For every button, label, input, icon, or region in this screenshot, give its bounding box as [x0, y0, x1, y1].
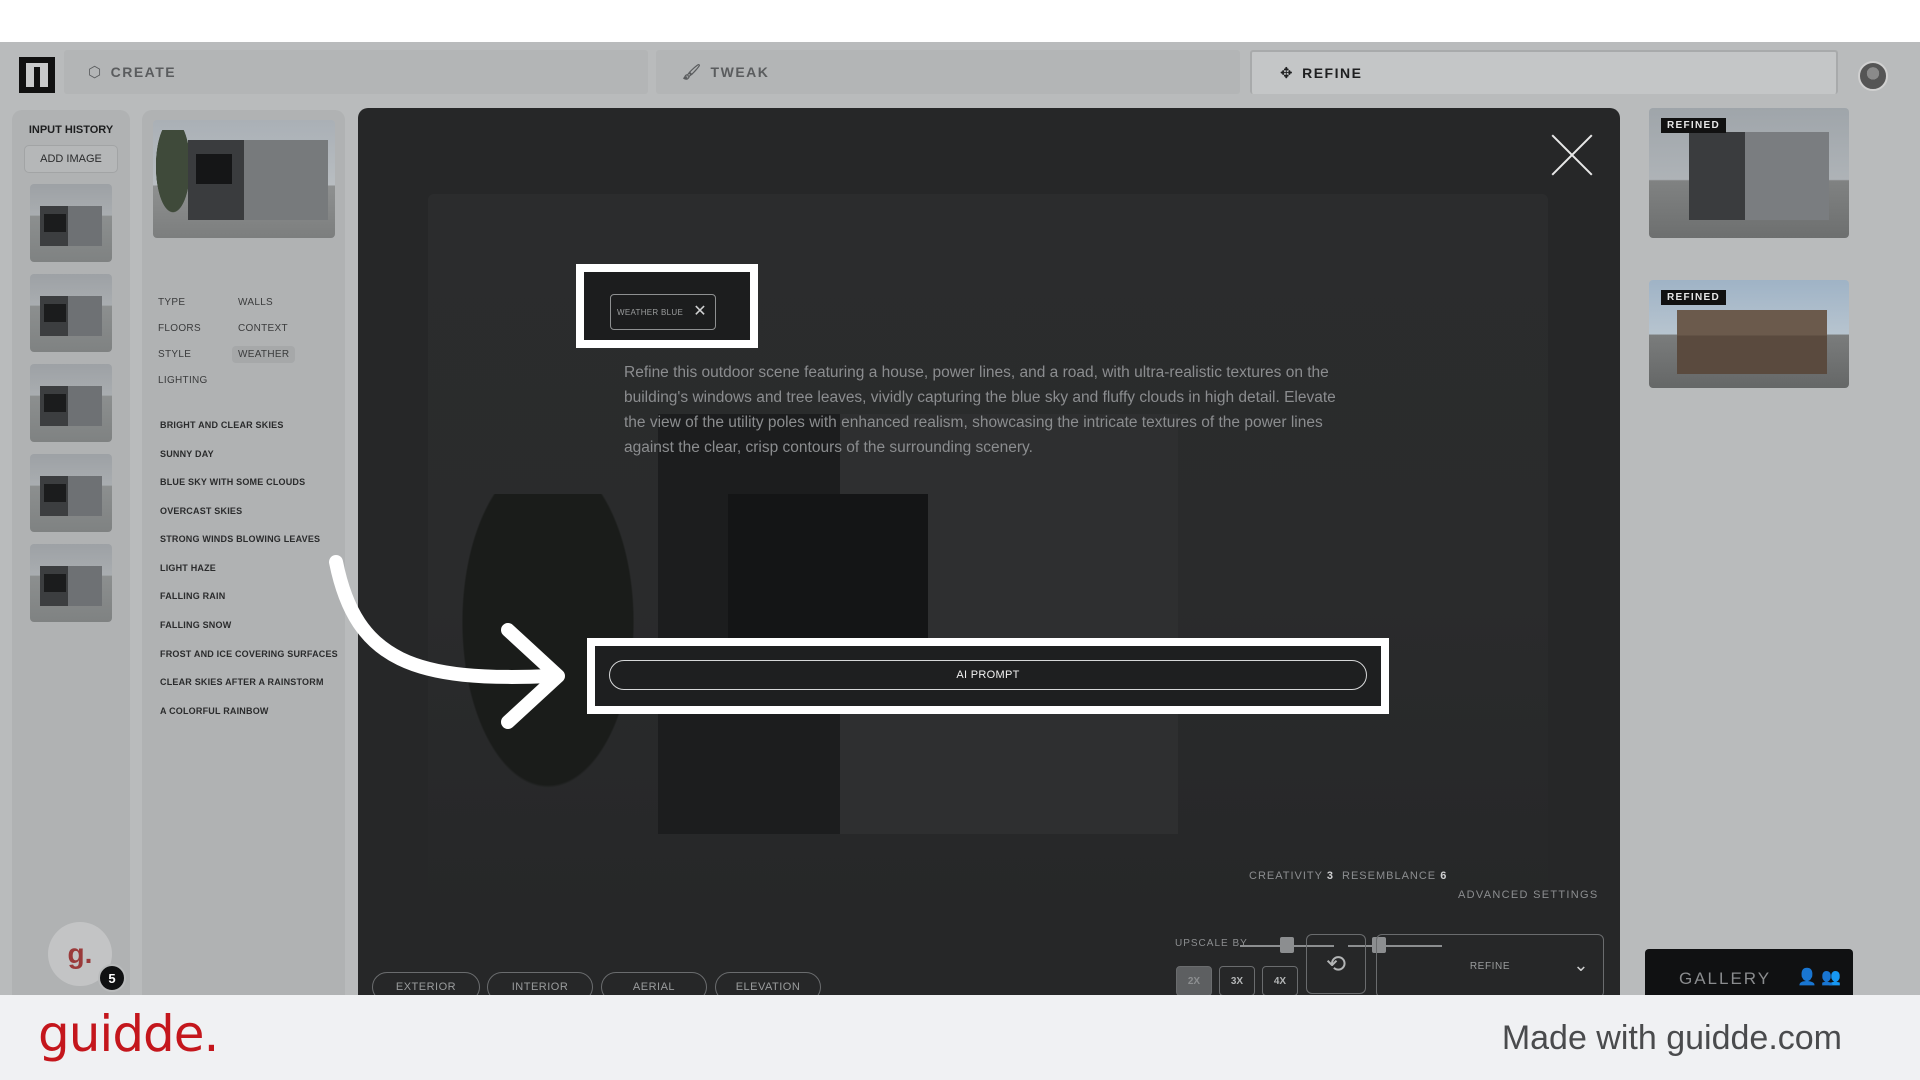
weather-tag[interactable]: WEATHER BLUE ✕: [610, 294, 716, 330]
category-style[interactable]: STYLE: [152, 346, 197, 363]
advanced-settings-link[interactable]: ADVANCED SETTINGS: [1458, 889, 1598, 901]
upscale-2x-button[interactable]: 2X: [1176, 966, 1212, 995]
weather-option[interactable]: FALLING SNOW: [160, 620, 231, 630]
input-history-title: INPUT HISTORY: [28, 124, 114, 136]
page: ⬡ CREATE 🖌 TWEAK ✥ REFINE INPUT HISTORY …: [0, 0, 1920, 1080]
refine-button-label: REFINE: [1469, 960, 1511, 972]
tag-highlight: WEATHER BLUE ✕: [576, 264, 758, 348]
creativity-label: CREATIVITY 3: [1249, 870, 1334, 882]
app-window: ⬡ CREATE 🖌 TWEAK ✥ REFINE INPUT HISTORY …: [0, 42, 1920, 995]
creativity-label-text: CREATIVITY: [1249, 870, 1323, 882]
view-pill-aerial[interactable]: AERIAL: [601, 972, 707, 995]
ai-prompt-highlight: AI PROMPT: [587, 638, 1389, 714]
category-weather[interactable]: WEATHER: [232, 346, 296, 363]
category-type[interactable]: TYPE: [152, 294, 191, 311]
tab-refine[interactable]: ✥ REFINE: [1250, 50, 1838, 94]
avatar[interactable]: [1858, 61, 1888, 91]
refined-badge: REFINED: [1661, 290, 1726, 305]
view-pill-exterior[interactable]: EXTERIOR: [372, 972, 480, 995]
cube-icon: ⬡: [88, 64, 103, 81]
view-pill-elevation[interactable]: ELEVATION: [715, 972, 821, 995]
sync-icon: ⟲: [1325, 950, 1347, 978]
weather-tag-label: WEATHER BLUE: [617, 307, 684, 317]
ai-prompt-button[interactable]: AI PROMPT: [609, 660, 1367, 690]
refine-button[interactable]: REFINE ⌄: [1376, 934, 1604, 995]
tab-tweak[interactable]: 🖌 TWEAK: [656, 50, 1240, 94]
resemblance-label: RESEMBLANCE 6: [1342, 870, 1447, 882]
regenerate-button[interactable]: ⟲: [1306, 934, 1366, 994]
guidde-badge-letter: g.: [67, 938, 93, 969]
weather-option[interactable]: STRONG WINDS BLOWING LEAVES: [160, 534, 320, 544]
weather-option[interactable]: BRIGHT AND CLEAR SKIES: [160, 420, 284, 430]
weather-option[interactable]: CLEAR SKIES AFTER A RAINSTORM: [160, 677, 324, 687]
gallery-button[interactable]: GALLERY 👤 👥: [1645, 949, 1853, 995]
tab-create-label: CREATE: [110, 64, 177, 80]
weather-option[interactable]: FALLING RAIN: [160, 591, 225, 601]
options-panel: TYPE WALLS FLOORS CONTEXT STYLE WEATHER …: [142, 110, 345, 995]
guidde-logo: guidde.: [38, 1005, 219, 1063]
crosshair-icon: ✥: [1280, 65, 1295, 82]
made-with-guidde: Made with guidde.com: [1501, 1019, 1842, 1057]
tab-tweak-label: TWEAK: [710, 64, 770, 80]
brush-icon: 🖌: [682, 64, 703, 81]
history-thumbnail[interactable]: [30, 274, 112, 352]
resemblance-value: 6: [1440, 870, 1448, 882]
category-context[interactable]: CONTEXT: [232, 320, 294, 337]
history-thumbnail[interactable]: [30, 364, 112, 442]
creativity-slider-handle[interactable]: [1280, 937, 1294, 953]
weather-option[interactable]: OVERCAST SKIES: [160, 506, 242, 516]
category-floors[interactable]: FLOORS: [152, 320, 207, 337]
source-image-preview: [153, 120, 335, 238]
upscale-3x-button[interactable]: 3X: [1219, 966, 1255, 995]
creativity-value: 3: [1326, 870, 1334, 882]
history-thumbnail[interactable]: [30, 454, 112, 532]
input-history-panel: INPUT HISTORY ADD IMAGE: [12, 110, 130, 995]
team-icon[interactable]: 👥: [1821, 967, 1843, 987]
app-logo[interactable]: [19, 57, 55, 93]
refined-badge: REFINED: [1661, 118, 1726, 133]
notification-count: 5: [98, 964, 126, 992]
refined-result-thumbnail[interactable]: REFINED: [1649, 280, 1849, 388]
weather-option[interactable]: SUNNY DAY: [160, 449, 214, 459]
prompt-text[interactable]: Refine this outdoor scene featuring a ho…: [624, 360, 1356, 460]
weather-option[interactable]: LIGHT HAZE: [160, 563, 216, 573]
refined-result-thumbnail[interactable]: REFINED: [1649, 108, 1849, 238]
weather-option[interactable]: BLUE SKY WITH SOME CLOUDS: [160, 477, 305, 487]
close-icon[interactable]: [1548, 132, 1594, 178]
history-thumbnail[interactable]: [30, 544, 112, 622]
tab-create[interactable]: ⬡ CREATE: [64, 50, 648, 94]
weather-option[interactable]: A COLORFUL RAINBOW: [160, 706, 269, 716]
chevron-down-icon[interactable]: ⌄: [1573, 955, 1589, 976]
upscale-label: UPSCALE BY: [1175, 938, 1248, 949]
gallery-label: GALLERY: [1679, 969, 1772, 988]
category-lighting[interactable]: LIGHTING: [152, 372, 214, 389]
guidde-footer: guidde. Made with guidde.com: [0, 995, 1920, 1080]
user-icon[interactable]: 👤: [1797, 967, 1819, 987]
remove-tag-icon[interactable]: ✕: [693, 304, 707, 320]
annotation-arrow-icon: [329, 555, 565, 729]
resemblance-label-text: RESEMBLANCE: [1342, 870, 1437, 882]
upscale-4x-button[interactable]: 4X: [1262, 966, 1298, 995]
category-walls[interactable]: WALLS: [232, 294, 279, 311]
view-pill-interior[interactable]: INTERIOR: [487, 972, 593, 995]
weather-option[interactable]: FROST AND ICE COVERING SURFACES: [160, 649, 338, 659]
add-image-button[interactable]: ADD IMAGE: [24, 145, 118, 173]
history-thumbnail[interactable]: [30, 184, 112, 262]
tab-refine-label: REFINE: [1302, 65, 1363, 81]
